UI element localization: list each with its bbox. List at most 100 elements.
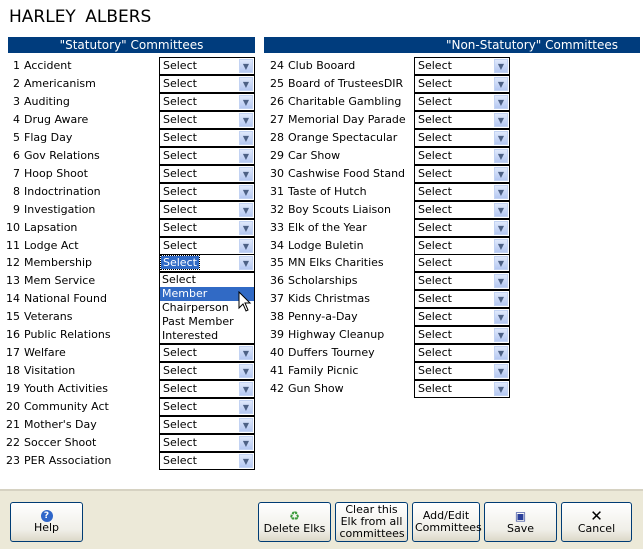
chevron-down-icon[interactable]: ▼ xyxy=(239,400,253,415)
chevron-down-icon[interactable]: ▼ xyxy=(494,94,508,109)
role-select[interactable]: Select ▼ xyxy=(414,146,510,165)
chevron-down-icon[interactable]: ▼ xyxy=(239,94,253,109)
role-select[interactable]: Select ▼ xyxy=(414,236,510,255)
chevron-down-icon[interactable]: ▼ xyxy=(239,166,253,181)
committee-number: 19 xyxy=(6,382,20,396)
chevron-down-icon[interactable]: ▼ xyxy=(494,328,508,343)
committee-row: 34 Lodge Buletin Select ▼ xyxy=(264,236,524,255)
chevron-down-icon[interactable]: ▼ xyxy=(494,220,508,235)
role-select[interactable]: Select ▼ xyxy=(414,182,510,201)
add-edit-committees-button[interactable]: Add/Edit Committees xyxy=(412,502,482,542)
role-select[interactable]: Select ▼ xyxy=(414,272,510,291)
role-select[interactable]: Select ▼ xyxy=(414,380,510,399)
role-select[interactable]: Select ▼ xyxy=(159,164,255,183)
role-select[interactable]: Select ▼ xyxy=(159,74,255,93)
committee-name: Public Relations xyxy=(24,328,111,342)
role-select[interactable]: Select ▼ xyxy=(414,254,510,273)
chevron-down-icon[interactable]: ▼ xyxy=(239,130,253,145)
role-select[interactable]: Select ▼ xyxy=(414,326,510,345)
chevron-down-icon[interactable]: ▼ xyxy=(494,238,508,253)
role-select[interactable]: Select ▼ xyxy=(159,218,255,237)
role-select[interactable]: Select ▼ xyxy=(159,416,255,434)
committee-row: 30 Cashwise Food Stand Select ▼ xyxy=(264,164,524,183)
chevron-down-icon[interactable]: ▼ xyxy=(494,292,508,307)
role-select[interactable]: Select ▼ xyxy=(159,182,255,201)
role-select[interactable]: Select ▼ xyxy=(414,128,510,147)
save-button[interactable]: ▣ Save xyxy=(484,502,557,542)
chevron-down-icon[interactable]: ▼ xyxy=(239,184,253,199)
role-select-value: Select xyxy=(163,112,197,126)
role-select[interactable]: Select ▼ xyxy=(159,380,255,399)
chevron-down-icon[interactable]: ▼ xyxy=(239,220,253,235)
dropdown-option[interactable]: Interested xyxy=(160,329,254,343)
role-select[interactable]: Select ▼ xyxy=(159,451,255,470)
chevron-down-icon[interactable]: ▼ xyxy=(494,256,508,271)
committee-row: 40 Duffers Tourney Select ▼ xyxy=(264,344,524,363)
chevron-down-icon[interactable]: ▼ xyxy=(239,453,253,468)
committee-row: 17 Welfare Select ▼ xyxy=(0,344,260,363)
chevron-down-icon[interactable]: ▼ xyxy=(239,346,253,361)
role-select[interactable]: Select ▼ xyxy=(414,164,510,183)
chevron-down-icon[interactable]: ▼ xyxy=(239,202,253,217)
role-select[interactable]: Select ▼ xyxy=(159,344,255,363)
close-icon: ✕ xyxy=(590,507,603,525)
chevron-down-icon[interactable]: ▼ xyxy=(494,112,508,127)
role-select[interactable]: Select ▼ xyxy=(159,254,255,273)
role-select[interactable]: Select ▼ xyxy=(159,398,255,417)
role-select[interactable]: Select ▼ xyxy=(414,362,510,381)
chevron-down-icon[interactable]: ▼ xyxy=(239,418,253,432)
role-select[interactable]: Select ▼ xyxy=(414,110,510,129)
chevron-down-icon[interactable]: ▼ xyxy=(239,382,253,397)
role-select[interactable]: Select ▼ xyxy=(159,200,255,219)
committee-name: Veterans xyxy=(24,310,73,324)
role-select[interactable]: Select ▼ xyxy=(159,128,255,147)
chevron-down-icon[interactable]: ▼ xyxy=(494,166,508,181)
role-select[interactable]: Select ▼ xyxy=(159,57,255,75)
cancel-button[interactable]: ✕ Cancel xyxy=(561,502,632,542)
dropdown-option[interactable]: Past Member xyxy=(160,315,254,329)
role-select[interactable]: Select ▼ xyxy=(414,200,510,219)
help-button[interactable]: ? Help xyxy=(10,502,83,542)
chevron-down-icon[interactable]: ▼ xyxy=(494,59,508,73)
chevron-down-icon[interactable]: ▼ xyxy=(494,346,508,361)
role-select[interactable]: Select ▼ xyxy=(414,57,510,75)
chevron-down-icon[interactable]: ▼ xyxy=(239,148,253,163)
role-select[interactable]: Select ▼ xyxy=(159,92,255,111)
role-select[interactable]: Select ▼ xyxy=(414,344,510,363)
role-select-value: Select xyxy=(163,453,197,467)
chevron-down-icon[interactable]: ▼ xyxy=(239,435,253,450)
cancel-label: Cancel xyxy=(577,522,616,535)
chevron-down-icon[interactable]: ▼ xyxy=(494,382,508,397)
chevron-down-icon[interactable]: ▼ xyxy=(239,76,253,91)
chevron-down-icon[interactable]: ▼ xyxy=(239,364,253,379)
role-select[interactable]: Select ▼ xyxy=(159,110,255,129)
chevron-down-icon[interactable]: ▼ xyxy=(494,310,508,325)
role-select[interactable]: Select ▼ xyxy=(414,218,510,237)
role-select[interactable]: Select ▼ xyxy=(159,362,255,381)
delete-elks-button[interactable]: ♻ Delete Elks xyxy=(258,502,331,542)
chevron-down-icon[interactable]: ▼ xyxy=(494,202,508,217)
role-select[interactable]: Select ▼ xyxy=(159,236,255,255)
role-select[interactable]: Select ▼ xyxy=(414,74,510,93)
dropdown-option[interactable]: Select xyxy=(160,273,254,287)
chevron-down-icon[interactable]: ▼ xyxy=(494,184,508,199)
chevron-down-icon[interactable]: ▼ xyxy=(239,256,253,271)
role-select[interactable]: Select ▼ xyxy=(414,92,510,111)
chevron-down-icon[interactable]: ▼ xyxy=(494,364,508,379)
clear-elk-button[interactable]: Clear this Elk from all committees xyxy=(335,502,408,542)
chevron-down-icon[interactable]: ▼ xyxy=(494,76,508,91)
chevron-down-icon[interactable]: ▼ xyxy=(239,238,253,253)
committee-number: 34 xyxy=(270,238,284,252)
chevron-down-icon[interactable]: ▼ xyxy=(494,148,508,163)
role-select[interactable]: Select ▼ xyxy=(159,433,255,452)
committee-number: 13 xyxy=(6,274,20,288)
role-select[interactable]: Select ▼ xyxy=(414,290,510,309)
committee-number: 5 xyxy=(13,130,20,144)
committee-row: 12 Membership Select ▼ xyxy=(0,254,260,273)
role-select[interactable]: Select ▼ xyxy=(159,146,255,165)
role-select[interactable]: Select ▼ xyxy=(414,308,510,327)
chevron-down-icon[interactable]: ▼ xyxy=(239,112,253,127)
chevron-down-icon[interactable]: ▼ xyxy=(494,130,508,145)
chevron-down-icon[interactable]: ▼ xyxy=(494,274,508,289)
chevron-down-icon[interactable]: ▼ xyxy=(239,59,253,73)
